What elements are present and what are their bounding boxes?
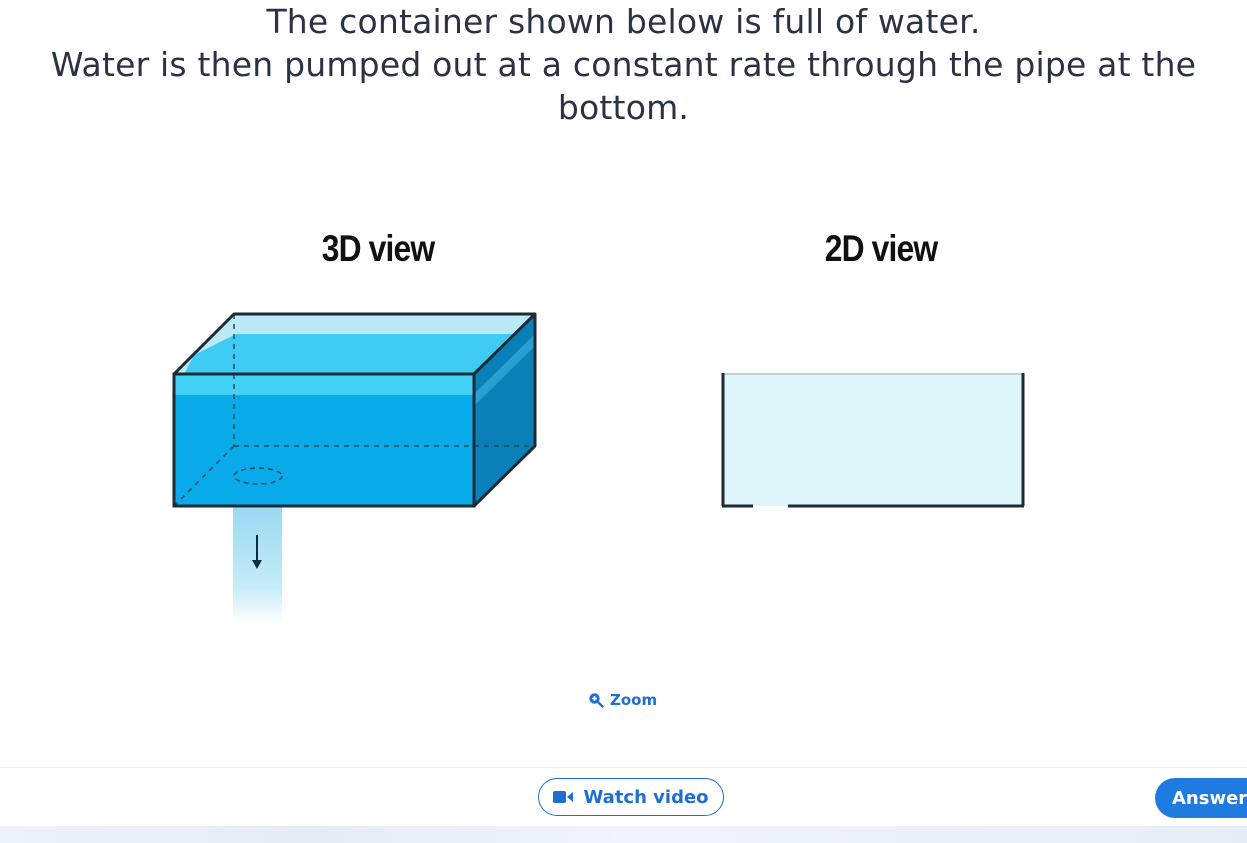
zoom-link[interactable]: Zoom bbox=[588, 691, 657, 709]
footer-divider bbox=[0, 767, 1247, 768]
zoom-in-icon bbox=[589, 693, 604, 708]
tank-2d bbox=[721, 373, 1025, 508]
footer-band bbox=[0, 826, 1247, 843]
container-diagram bbox=[172, 312, 1025, 623]
answer-label: Answer bbox=[1172, 787, 1247, 809]
water-2d bbox=[723, 374, 1023, 506]
tank-front-face bbox=[174, 395, 474, 506]
tank-3d bbox=[172, 312, 537, 508]
watch-video-button[interactable]: Watch video bbox=[538, 778, 724, 816]
answer-button[interactable]: Answer bbox=[1155, 778, 1247, 818]
zoom-label: Zoom bbox=[610, 691, 658, 709]
video-camera-icon bbox=[553, 791, 574, 803]
watch-video-label: Watch video bbox=[583, 786, 709, 808]
